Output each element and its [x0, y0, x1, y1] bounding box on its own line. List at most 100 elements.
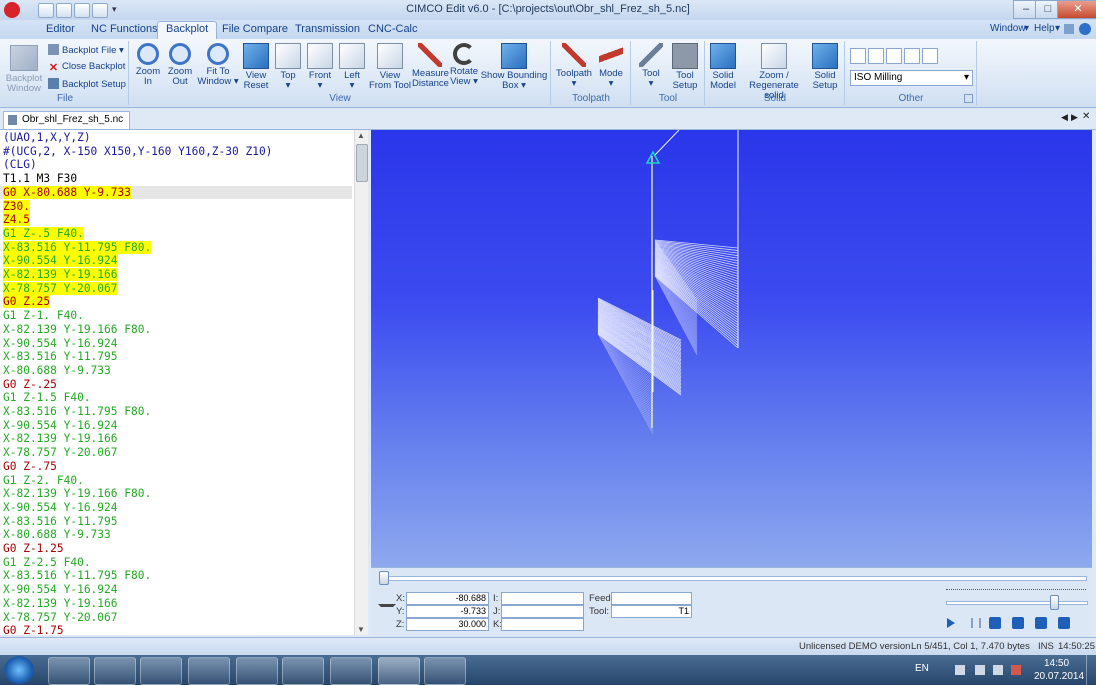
nc-code-line[interactable]: X-83.516 Y-11.795 — [3, 515, 118, 529]
solid-setup-button[interactable]: Solid Setup — [808, 43, 842, 91]
mode-button[interactable]: Mode ▾ — [594, 43, 628, 89]
speed-slider-handle[interactable] — [1049, 595, 1059, 610]
nc-code-line[interactable]: G1 Z-2. F40. — [3, 474, 84, 488]
solid-model-button[interactable]: Solid Model — [706, 43, 740, 91]
backplot-window-button[interactable]: Backplot Window — [4, 43, 44, 94]
zoom-in-button[interactable]: Zoom In — [132, 43, 164, 87]
help-menu-arrow-icon[interactable]: ▾ — [1055, 23, 1060, 34]
clock-time[interactable]: 14:50 — [1044, 658, 1069, 669]
left-view-button[interactable]: Left ▾ — [336, 43, 368, 91]
scroll-up-icon[interactable]: ▲ — [357, 131, 365, 140]
nc-code-line[interactable]: X-90.554 Y-16.924 — [3, 337, 118, 351]
play-icon[interactable] — [947, 618, 955, 628]
save-icon[interactable] — [38, 3, 54, 18]
nc-code-line[interactable]: Z30. — [3, 199, 30, 214]
measure-distance-button[interactable]: Measure Distance — [412, 43, 449, 89]
nc-code-line[interactable]: G0 Z-.25 — [3, 378, 57, 392]
nc-code-line[interactable]: X-82.139 Y-19.166 — [3, 268, 118, 282]
quick-access-icon[interactable] — [92, 3, 108, 18]
tool-setup-button[interactable]: Tool Setup — [668, 43, 702, 91]
nc-code-line[interactable]: G1 Z-.5 F40. — [3, 226, 84, 241]
nc-code-line[interactable]: X-80.688 Y-9.733 — [3, 528, 111, 542]
taskbar-paint-icon[interactable] — [424, 657, 466, 685]
taskbar-app-icon[interactable] — [140, 657, 182, 685]
progress-track[interactable] — [379, 576, 1087, 581]
nc-code-line[interactable]: X-90.554 Y-16.924 — [3, 419, 118, 433]
other-tool-icon[interactable] — [868, 48, 884, 64]
nc-code-line[interactable]: G0 X-80.688 Y-9.733 — [0, 185, 352, 200]
nc-code-line[interactable]: G1 Z-1. F40. — [3, 309, 84, 323]
close-backplot-button[interactable]: ✕ Close Backplot — [48, 61, 125, 74]
toolpath-button[interactable]: Toolpath ▾ — [554, 43, 594, 89]
nc-code-line[interactable]: X-83.516 Y-11.795 F80. — [3, 569, 151, 583]
network-icon[interactable] — [975, 665, 985, 675]
print-icon[interactable] — [56, 3, 72, 18]
nc-code-line[interactable]: G1 Z-1.5 F40. — [3, 391, 91, 405]
nc-code-line[interactable]: X-78.757 Y-20.067 — [3, 281, 118, 296]
nc-code-line[interactable]: X-82.139 Y-19.166 F80. — [3, 487, 151, 501]
taskbar-app-icon[interactable] — [330, 657, 372, 685]
pause-icon[interactable] — [971, 618, 981, 628]
tab-cnc-calc[interactable]: CNC-Calc — [360, 22, 426, 39]
backplot-setup-button[interactable]: Backplot Setup — [48, 78, 126, 90]
tool-button[interactable]: Tool ▾ — [634, 43, 668, 89]
window-menu-arrow-icon[interactable]: ▾ — [1024, 23, 1029, 34]
quick-access-menu-icon[interactable]: ▾ — [112, 4, 117, 15]
taskbar-calculator-icon[interactable] — [282, 657, 324, 685]
action-center-icon[interactable] — [1011, 665, 1021, 675]
zoom-regenerate-solid-button[interactable]: Zoom / Regenerate solid — [740, 43, 808, 101]
rotate-view-button[interactable]: Rotate View ▾ — [448, 43, 480, 87]
nc-code-line[interactable]: T1.1 M3 F30 — [3, 172, 77, 186]
app-logo-icon[interactable] — [4, 2, 20, 18]
language-indicator[interactable]: EN — [915, 663, 929, 674]
zoom-out-button[interactable]: Zoom Out — [164, 43, 196, 87]
fast-forward-icon[interactable] — [1012, 617, 1024, 629]
editor-scrollbar[interactable]: ▲ ▼ — [354, 130, 368, 635]
scroll-thumb[interactable] — [356, 144, 368, 182]
top-view-button[interactable]: Top ▾ — [272, 43, 304, 91]
nc-code-line[interactable]: X-78.757 Y-20.067 — [3, 446, 118, 460]
nc-code-line[interactable]: G0 Z.25 — [3, 295, 51, 309]
dialog-launcher-icon[interactable] — [964, 94, 973, 103]
nc-code-line[interactable]: Z4.5 — [3, 213, 30, 227]
nc-code-line[interactable]: G1 Z-2.5 F40. — [3, 556, 91, 570]
help-icon[interactable] — [1079, 23, 1091, 35]
tray-icon[interactable] — [955, 665, 965, 675]
backplot-file-button[interactable]: Backplot File ▾ — [48, 44, 124, 56]
nc-code-line[interactable]: X-83.516 Y-11.795 F80. — [3, 405, 151, 419]
nc-code-line[interactable]: X-90.554 Y-16.924 — [3, 501, 118, 515]
tab-backplot[interactable]: Backplot — [157, 21, 218, 39]
machine-type-select[interactable]: ISO Milling ▾ — [850, 70, 973, 86]
nc-code-line[interactable]: (CLG) — [3, 158, 37, 172]
view-from-tool-button[interactable]: View From Tool — [368, 43, 412, 91]
nc-code-line[interactable]: X-82.139 Y-19.166 F80. — [3, 323, 151, 337]
nc-code-editor[interactable]: (UAO,1,X,Y,Z) #(UCG,2, X-150 X150,Y-160 Y… — [0, 130, 354, 635]
taskbar-explorer-icon[interactable] — [48, 657, 90, 685]
run-to-end-icon[interactable] — [1058, 617, 1070, 629]
nc-code-line[interactable]: X-78.757 Y-20.067 — [3, 611, 118, 625]
nc-code-line[interactable]: X-83.516 Y-11.795 — [3, 350, 118, 364]
window-menu[interactable]: Window — [990, 23, 1026, 34]
ribbon-options-icon[interactable] — [1064, 24, 1074, 34]
taskbar-chrome-icon[interactable] — [188, 657, 230, 685]
taskbar-cimco-icon[interactable] — [378, 657, 420, 685]
nc-code-line[interactable]: X-82.139 Y-19.166 — [3, 432, 118, 446]
close-document-icon[interactable]: ✕ — [1082, 111, 1090, 122]
nc-code-line[interactable]: X-90.554 Y-16.924 — [3, 583, 118, 597]
tab-transmission[interactable]: Transmission — [287, 22, 368, 39]
skip-icon[interactable] — [1035, 617, 1047, 629]
other-tool-icon[interactable] — [904, 48, 920, 64]
volume-icon[interactable] — [993, 665, 1003, 675]
show-desktop-button[interactable] — [1086, 655, 1096, 685]
clock-date[interactable]: 20.07.2014 — [1034, 671, 1084, 682]
speed-track[interactable] — [946, 601, 1088, 605]
start-button-icon[interactable] — [4, 656, 34, 684]
scroll-down-icon[interactable]: ▼ — [357, 625, 365, 634]
close-button[interactable]: ✕ — [1057, 0, 1096, 19]
tab-nc-functions[interactable]: NC Functions — [83, 22, 166, 39]
nc-code-line[interactable]: X-82.139 Y-19.166 — [3, 597, 118, 611]
nc-code-line[interactable]: X-80.688 Y-9.733 — [3, 364, 111, 378]
progress-slider-handle[interactable] — [379, 571, 389, 585]
nc-code-line[interactable]: G0 Z-.75 — [3, 460, 57, 474]
nc-code-line[interactable]: #(UCG,2, X-150 X150,Y-160 Y160,Z-30 Z10) — [3, 145, 272, 159]
